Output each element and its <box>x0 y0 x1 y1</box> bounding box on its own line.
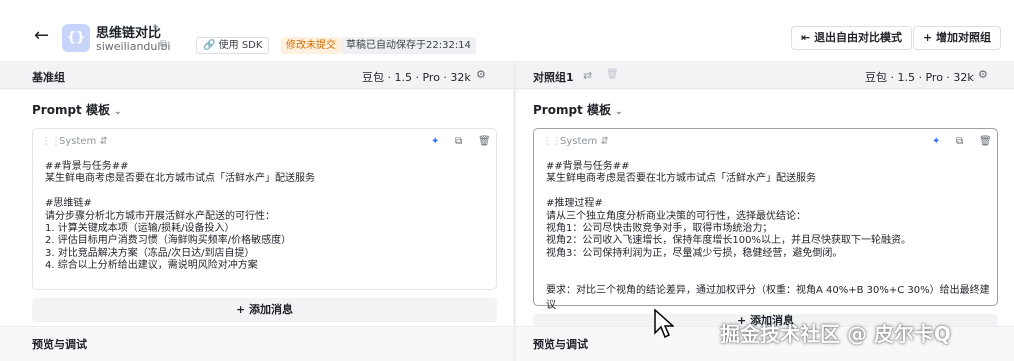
magic-wand-icon[interactable]: ✦ <box>932 136 940 147</box>
add-message-button[interactable]: + 添加消息 <box>32 298 497 322</box>
preview-debug-title: 预览与调试 <box>533 338 588 351</box>
control-group-title: 对照组1 <box>533 71 574 84</box>
copy-icon[interactable]: ⧉ <box>160 39 167 50</box>
use-sdk-button[interactable]: 🔗 使用 SDK <box>196 37 270 54</box>
trash-icon[interactable]: 🗑 <box>606 69 619 80</box>
model-selector[interactable]: 豆包 · 1.5 · Pro · 32k <box>865 69 974 85</box>
preview-debug-section: 预览与调试 <box>0 326 513 361</box>
baseline-panel: Prompt 模板 ⌄ ⋮⋮ System ⇵ ✦ ⧉ 🗑 ##背景与任务## 某… <box>0 90 513 361</box>
gear-icon[interactable]: ⚙ <box>978 68 988 81</box>
chevron-down-icon: ⌄ <box>614 107 623 117</box>
prompt-requirement-text[interactable]: 要求：对比三个视角的结论差异，通过加权评分（权重：视角A 40%+B 30%+C… <box>546 281 991 311</box>
gear-icon[interactable]: ⚙ <box>476 68 486 81</box>
baseline-panel-header: 基准组 豆包 · 1.5 · Pro · 32k ⚙ <box>0 63 513 89</box>
prompt-template-toggle[interactable]: Prompt 模板 ⌄ <box>32 101 122 118</box>
exit-compare-mode-button[interactable]: ⇤ 退出自由对比模式 <box>791 26 913 50</box>
exit-compare-label: 退出自由对比模式 <box>814 31 903 44</box>
editor-toolbar: ⋮⋮ System ⇵ ✦ ⧉ 🗑 <box>33 129 496 155</box>
control-panel-header: 对照组1 ⇄ 🗑 豆包 · 1.5 · Pro · 32k ⚙ <box>516 63 1014 89</box>
drag-handle-icon[interactable]: ⋮⋮ <box>542 136 562 147</box>
exit-icon: ⇤ <box>801 31 811 44</box>
use-sdk-label: 使用 SDK <box>218 40 263 51</box>
watermark: 掘金技术社区 @ 皮尔卡Q <box>720 322 951 346</box>
preview-debug-title: 预览与调试 <box>32 338 87 351</box>
pencil-icon[interactable]: ✎ <box>152 22 161 35</box>
system-message-editor[interactable]: ⋮⋮ System ⇵ ✦ ⧉ 🗑 ##背景与任务## 某生鲜电商考虑是否要在北… <box>533 128 998 311</box>
trash-icon[interactable]: 🗑 <box>979 136 992 147</box>
unsaved-badge: 修改未提交 <box>281 37 341 54</box>
copy-icon[interactable]: ⧉ <box>455 136 462 147</box>
prompt-text[interactable]: ##背景与任务## 某生鲜电商考虑是否要在北方城市试点「活鲜水产」配送服务 #推… <box>546 161 986 260</box>
prompt-template-toggle[interactable]: Prompt 模板 ⌄ <box>533 101 623 118</box>
autosave-status: 草稿已自动保存于22:32:14 <box>341 37 476 54</box>
role-label: System <box>59 136 97 147</box>
chevron-down-icon: ⌄ <box>113 107 122 117</box>
copy-icon[interactable]: ⧉ <box>956 136 963 147</box>
editor-toolbar: ⋮⋮ System ⇵ ✦ ⧉ 🗑 <box>534 129 997 155</box>
add-control-group-button[interactable]: + 增加对照组 <box>913 26 1002 50</box>
prompt-template-title: Prompt 模板 <box>533 103 611 117</box>
app-icon: {} <box>62 24 90 52</box>
prompt-text[interactable]: ##背景与任务## 某生鲜电商考虑是否要在北方城市试点「活鲜水产」配送服务 #思… <box>45 161 485 273</box>
role-selector[interactable]: System ⇵ <box>560 136 609 147</box>
link-icon: 🔗 <box>203 40 216 51</box>
trash-icon[interactable]: 🗑 <box>478 136 491 147</box>
baseline-group-title: 基准组 <box>32 71 65 84</box>
magic-wand-icon[interactable]: ✦ <box>431 136 439 147</box>
role-label: System <box>560 136 598 147</box>
top-bar: ← {} 思维链对比 ✎ siweiliandulbi ⧉ 🔗 使用 SDK 修… <box>0 0 1014 62</box>
arrow-left-icon[interactable]: ← <box>34 27 54 47</box>
prompt-template-title: Prompt 模板 <box>32 103 110 117</box>
drag-handle-icon[interactable]: ⋮⋮ <box>41 136 61 147</box>
system-message-editor[interactable]: ⋮⋮ System ⇵ ✦ ⧉ 🗑 ##背景与任务## 某生鲜电商考虑是否要在北… <box>32 128 497 290</box>
role-selector[interactable]: System ⇵ <box>59 136 108 147</box>
swap-icon[interactable]: ⇄ <box>583 69 592 82</box>
mouse-cursor-icon <box>654 309 674 339</box>
model-selector[interactable]: 豆包 · 1.5 · Pro · 32k <box>362 69 471 85</box>
